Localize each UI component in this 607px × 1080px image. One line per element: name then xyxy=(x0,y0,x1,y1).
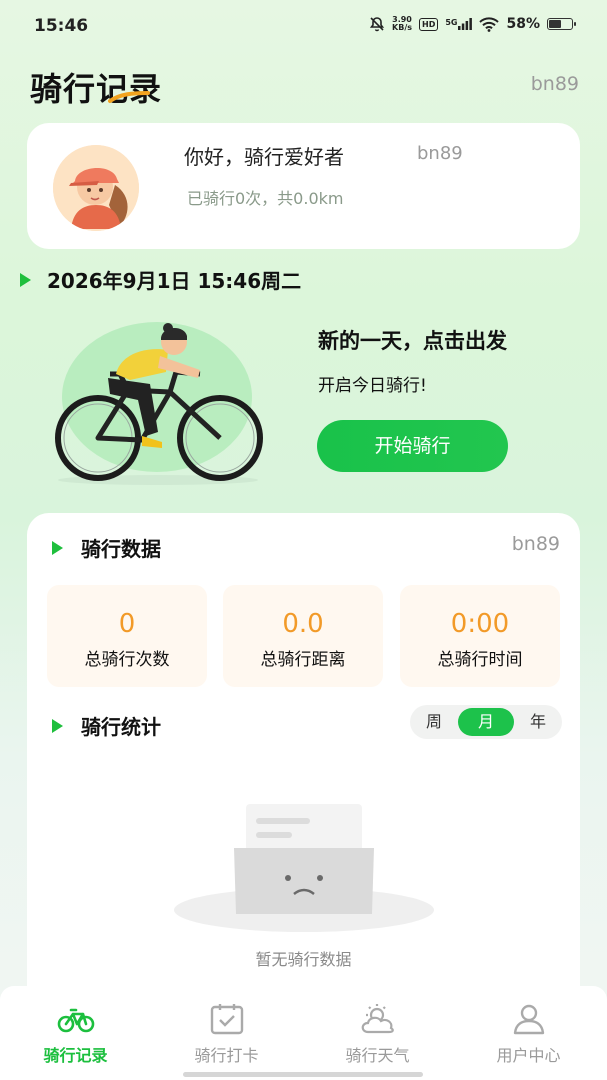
bottom-navigation: 骑行记录 骑行打卡 骑行天气 用户中心 xyxy=(0,986,607,1080)
empty-state-text: 暂无骑行数据 xyxy=(255,950,352,969)
hd-badge: HD xyxy=(419,17,439,31)
ride-stats-title: 骑行统计 xyxy=(81,715,161,739)
date-row: 2026年9月1日 15:46周二 xyxy=(20,265,301,294)
nav-label: 骑行打卡 xyxy=(194,1046,259,1065)
ride-data-card: 骑行数据 bn89 0 总骑行次数 0.0 总骑行距离 0:00 总骑行时间 骑… xyxy=(27,513,580,1013)
greeting-text: 你好，骑行爱好者 xyxy=(184,145,344,169)
avatar[interactable] xyxy=(53,145,139,231)
stat-total-distance: 0.0 总骑行距离 xyxy=(223,585,383,687)
stat-label: 总骑行次数 xyxy=(84,650,170,670)
nav-label: 用户中心 xyxy=(496,1046,561,1065)
hero-headline: 新的一天，点击出发 xyxy=(318,329,507,353)
weather-icon xyxy=(361,1004,394,1034)
signal-bars-icon xyxy=(458,18,473,30)
start-ride-button[interactable]: 开始骑行 xyxy=(317,420,508,472)
signal-label: 5G xyxy=(445,18,458,27)
nav-ride-weather[interactable]: 骑行天气 xyxy=(302,986,453,1080)
stat-value: 0:00 xyxy=(450,609,510,639)
title-accent-stroke xyxy=(108,91,150,103)
period-month-tab[interactable]: 月 xyxy=(458,708,514,736)
nav-ride-records[interactable]: 骑行记录 xyxy=(0,986,151,1080)
battery-fill xyxy=(549,20,561,28)
ride-stats-header: 骑行统计 xyxy=(52,711,161,740)
ride-summary: 已骑行0次，共0.0km xyxy=(187,189,344,208)
status-bar: 15:46 3.90 KB/s HD 5G 58% xyxy=(0,0,607,52)
play-marker-icon xyxy=(52,718,63,733)
wifi-icon xyxy=(479,16,500,32)
avatar-illustration xyxy=(53,145,139,231)
net-speed-unit: KB/s xyxy=(392,23,412,32)
cyclist-illustration xyxy=(55,323,263,485)
home-indicator[interactable] xyxy=(183,1072,423,1077)
bicycle-icon xyxy=(57,1008,95,1033)
period-switch: 周 月 年 xyxy=(410,705,562,739)
play-marker-icon xyxy=(52,540,63,555)
profile-username: bn89 xyxy=(417,143,463,164)
empty-box-icon xyxy=(174,804,434,932)
play-marker-icon xyxy=(20,272,31,287)
stat-total-rides: 0 总骑行次数 xyxy=(47,585,207,687)
ride-data-title: 骑行数据 xyxy=(81,537,161,561)
stat-value: 0.0 xyxy=(282,609,324,639)
nav-ride-checkin[interactable]: 骑行打卡 xyxy=(151,986,302,1080)
nav-label: 骑行天气 xyxy=(345,1046,410,1065)
period-year-tab[interactable]: 年 xyxy=(514,705,562,739)
current-date: 2026年9月1日 15:46周二 xyxy=(47,269,302,293)
nav-label: 骑行记录 xyxy=(43,1046,108,1065)
status-icons: 3.90 KB/s HD 5G 58% xyxy=(369,16,576,32)
user-icon xyxy=(513,1004,545,1035)
battery-icon xyxy=(547,18,576,30)
stat-label: 总骑行时间 xyxy=(437,650,523,670)
signal-indicator: 5G xyxy=(445,18,473,30)
header-username: bn89 xyxy=(530,73,579,95)
ride-data-header: 骑行数据 xyxy=(52,533,161,562)
nav-user-center[interactable]: 用户中心 xyxy=(453,986,604,1080)
profile-card[interactable]: 你好，骑行爱好者 bn89 已骑行0次，共0.0km xyxy=(27,123,580,249)
period-week-tab[interactable]: 周 xyxy=(410,705,458,739)
battery-percent: 58% xyxy=(506,16,540,32)
hero-subtitle: 开启今日骑行! xyxy=(318,376,427,396)
calendar-check-icon xyxy=(210,1004,244,1035)
stat-label: 总骑行距离 xyxy=(260,650,346,670)
stat-total-time: 0:00 总骑行时间 xyxy=(400,585,560,687)
status-time: 15:46 xyxy=(34,16,89,36)
mute-bell-icon xyxy=(369,17,385,32)
net-speed: 3.90 KB/s xyxy=(392,16,412,32)
stat-value: 0 xyxy=(118,609,136,639)
ride-data-username: bn89 xyxy=(511,533,560,555)
